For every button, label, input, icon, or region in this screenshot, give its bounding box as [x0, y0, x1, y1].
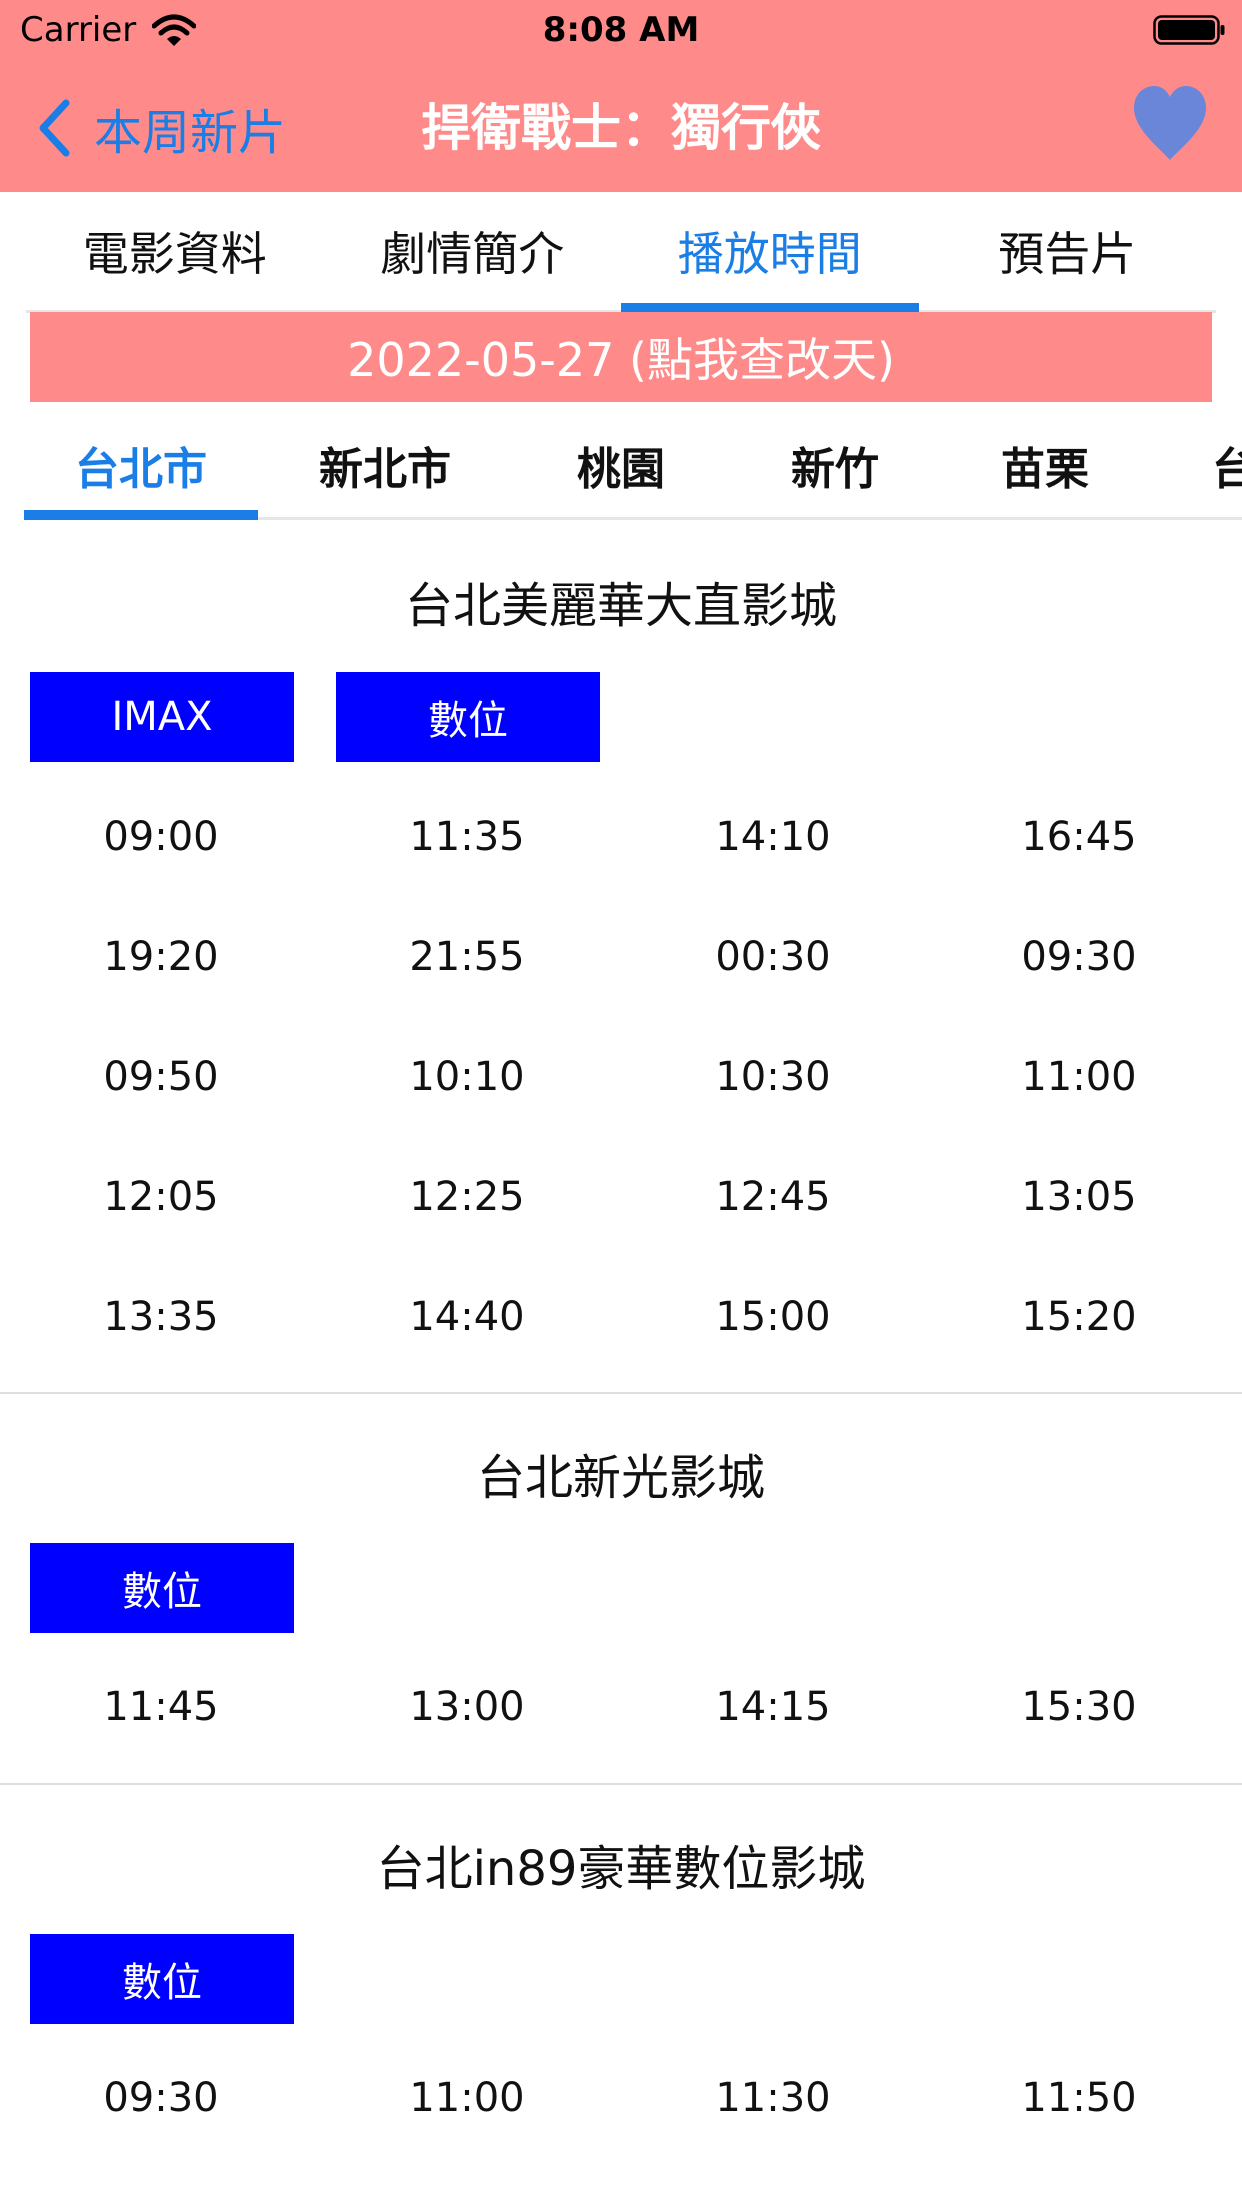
showtime[interactable]: 15:20 [926, 1294, 1232, 1340]
showtime[interactable]: 19:20 [8, 934, 314, 980]
tab-label: 預告片 [998, 227, 1137, 281]
showtime[interactable]: 13:00 [314, 1684, 620, 1730]
showtime[interactable]: 16:45 [926, 814, 1232, 860]
showtime[interactable]: 10:30 [620, 1054, 926, 1100]
city-tab-taipei[interactable]: 台北市 [24, 410, 258, 520]
status-time: 8:08 AM [542, 10, 700, 50]
showtime[interactable]: 09:50 [8, 1054, 314, 1100]
section-divider [0, 1783, 1242, 1785]
showtime[interactable]: 09:30 [926, 934, 1232, 980]
back-label: 本周新片 [94, 105, 287, 161]
showtime[interactable]: 21:55 [314, 934, 620, 980]
battery-icon [1153, 15, 1225, 45]
showtime[interactable]: 15:30 [926, 1684, 1232, 1730]
showtime[interactable]: 11:45 [8, 1684, 314, 1730]
showtime[interactable]: 13:35 [8, 1294, 314, 1340]
showtime[interactable]: 10:10 [314, 1054, 620, 1100]
city-tab-new-taipei[interactable]: 新北市 [258, 410, 512, 520]
nav-header: Carrier 8:08 AM 本周新片 捍衛戰士：獨行俠 [0, 0, 1242, 192]
theater-name: 台北in89豪華數位影城 [376, 1841, 866, 1897]
showtime[interactable]: 11:00 [926, 1054, 1232, 1100]
showtime[interactable]: 00:30 [620, 934, 926, 980]
city-tab-miaoli[interactable]: 苗栗 [940, 410, 1150, 520]
city-tab-next[interactable]: 台 [1212, 410, 1242, 520]
showtime[interactable]: 14:10 [620, 814, 926, 860]
city-tab-indicator [24, 510, 258, 520]
date-selector-button[interactable]: 2022-05-27 (點我查改天) [30, 312, 1212, 402]
tab-label: 播放時間 [677, 227, 862, 281]
city-tabs: 台北市 新北市 桃園 新竹 苗栗 台 [0, 410, 1242, 520]
showtime[interactable]: 15:00 [620, 1294, 926, 1340]
format-button-digital[interactable]: 數位 [30, 1543, 294, 1633]
tab-label: 電影資料 [82, 227, 267, 281]
showtime[interactable]: 11:35 [314, 814, 620, 860]
back-button[interactable]: 本周新片 [38, 96, 287, 161]
tab-showtimes[interactable]: 播放時間 [621, 192, 919, 313]
section-divider [0, 1392, 1242, 1394]
format-button-digital[interactable]: 數位 [30, 1934, 294, 2024]
movie-tabs: 電影資料 劇情簡介 播放時間 預告片 [26, 192, 1216, 313]
showtime[interactable]: 12:25 [314, 1174, 620, 1220]
tab-label: 劇情簡介 [380, 227, 565, 281]
showtime[interactable]: 11:00 [314, 2075, 620, 2121]
showtime[interactable]: 12:05 [8, 1174, 314, 1220]
format-button-imax[interactable]: IMAX [30, 672, 294, 762]
showtime[interactable]: 11:50 [926, 2075, 1232, 2121]
theater-name: 台北新光影城 [476, 1450, 765, 1506]
tab-synopsis[interactable]: 劇情簡介 [324, 192, 622, 310]
heart-icon[interactable] [1132, 84, 1208, 162]
showtime[interactable]: 11:30 [620, 2075, 926, 2121]
theater-name: 台北美麗華大直影城 [404, 578, 837, 634]
tab-movie-info[interactable]: 電影資料 [26, 192, 324, 310]
city-tab-taoyuan[interactable]: 桃園 [512, 410, 730, 520]
tab-trailer[interactable]: 預告片 [919, 192, 1217, 310]
chevron-left-icon [39, 99, 70, 157]
showtime[interactable]: 09:30 [8, 2075, 314, 2121]
showtime[interactable]: 14:15 [620, 1684, 926, 1730]
showtime[interactable]: 09:00 [8, 814, 314, 860]
city-tab-hsinchu[interactable]: 新竹 [730, 410, 940, 520]
showtime[interactable]: 14:40 [314, 1294, 620, 1340]
format-button-digital[interactable]: 數位 [336, 672, 600, 762]
page-title: 捍衛戰士：獨行俠 [421, 99, 821, 157]
showtime[interactable]: 12:45 [620, 1174, 926, 1220]
showtime[interactable]: 13:05 [926, 1174, 1232, 1220]
